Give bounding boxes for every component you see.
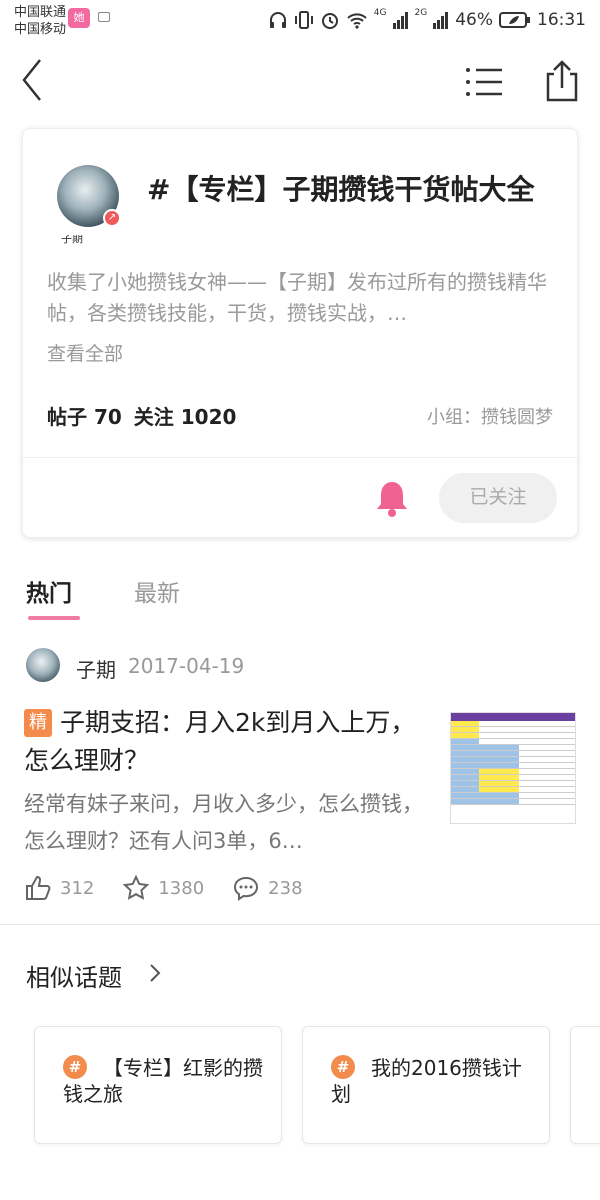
similar-topic-label: 我的2016攒钱计划 xyxy=(331,1056,522,1106)
thumbs-up-icon xyxy=(26,875,51,900)
share-icon xyxy=(546,60,578,102)
post-title[interactable]: 精子期支招：月入2k到月入上万，怎么理财？ xyxy=(24,704,424,780)
vibrate-icon xyxy=(294,11,313,29)
top-nav-bar xyxy=(0,44,600,120)
share-button[interactable] xyxy=(540,58,584,104)
wifi-icon xyxy=(347,13,367,29)
featured-badge: 精 xyxy=(24,709,52,737)
similar-topics-title[interactable]: 相似话题 xyxy=(26,958,122,993)
battery-icon xyxy=(499,12,530,28)
network-type-2: 2G xyxy=(414,8,428,18)
carrier-2: 中国移动 xyxy=(14,22,67,37)
alarm-icon xyxy=(321,13,338,29)
list-menu-button[interactable] xyxy=(462,62,506,102)
followed-button[interactable]: 已关注 xyxy=(439,473,557,523)
like-count: 312 xyxy=(60,877,95,899)
favorite-button[interactable]: 1380 xyxy=(122,874,204,902)
back-button[interactable] xyxy=(14,56,54,104)
post-thumbnail[interactable] xyxy=(450,712,576,824)
back-arrow-icon xyxy=(22,59,41,101)
topic-header-card: ↗ 子期 #【专栏】子期攒钱干货帖大全 收集了小她攒钱女神——【子期】发布过所有… xyxy=(22,128,578,538)
post-actions: 312 1380 238 xyxy=(24,872,331,904)
notification-bell-button[interactable] xyxy=(375,479,409,519)
similar-topic-label: 【专栏】红影的攒钱之旅 xyxy=(63,1056,263,1106)
verified-badge-icon: ↗ xyxy=(103,209,121,227)
carrier-info: 中国联通 中国移动 xyxy=(14,4,66,38)
topic-description: 收集了小她攒钱女神——【子期】发布过所有的攒钱精华帖，各类攒钱技能，干货，攒钱实… xyxy=(47,270,547,325)
star-icon xyxy=(123,874,150,900)
signal-icon-1 xyxy=(392,12,408,29)
battery-percent: 46% xyxy=(455,10,493,30)
comment-icon xyxy=(234,876,259,901)
divider xyxy=(23,457,577,458)
section-divider xyxy=(0,924,600,925)
signal-icon-2 xyxy=(433,12,449,29)
active-tab-indicator xyxy=(28,616,80,620)
comment-button[interactable]: 238 xyxy=(232,874,303,902)
carrier-1: 中国联通 xyxy=(14,5,67,20)
status-bar: 中国联通 中国移动 她 4G 2G 46% 16:31 xyxy=(0,0,600,44)
topic-title: #【专栏】子期攒钱干货帖大全 xyxy=(147,173,535,206)
feed-tabs: 热门 最新 xyxy=(0,560,600,626)
network-type-1: 4G xyxy=(373,8,387,18)
bell-icon xyxy=(377,482,407,517)
posts-count: 帖子 70 xyxy=(47,405,122,429)
view-all-link[interactable]: 查看全部 xyxy=(47,339,123,366)
group-link[interactable]: 小组：攒钱圆梦 xyxy=(427,403,553,429)
post-author-avatar[interactable] xyxy=(26,648,60,682)
app-notification-icon: 她 xyxy=(68,8,90,28)
status-icons: 4G 2G 46% 16:31 xyxy=(268,8,586,32)
headphones-icon xyxy=(269,12,286,28)
favorite-count: 1380 xyxy=(158,877,205,899)
follows-count: 关注 1020 xyxy=(133,405,237,429)
post-date: 2017-04-19 xyxy=(128,654,245,678)
tab-latest[interactable]: 最新 xyxy=(134,574,180,608)
post-excerpt: 经常有妹子来问，月收入多少，怎么攒钱，怎么理财？还有人问3单，6… xyxy=(24,792,423,853)
post-author[interactable]: 子期 xyxy=(76,654,116,683)
topic-stats: 帖子 70 关注 1020 xyxy=(47,401,248,430)
similar-topic-card-partial[interactable] xyxy=(570,1026,600,1144)
post-title-text: 子期支招：月入2k到月入上万，怎么理财？ xyxy=(24,708,416,775)
screenshot-notification-icon xyxy=(98,12,110,22)
post-item[interactable]: 子期 2017-04-19 精子期支招：月入2k到月入上万，怎么理财？ 经常有妹… xyxy=(0,640,600,924)
list-icon xyxy=(466,68,502,96)
chevron-right-icon[interactable] xyxy=(148,962,162,984)
tab-hot[interactable]: 热门 xyxy=(26,574,72,608)
clock: 16:31 xyxy=(537,10,586,30)
like-button[interactable]: 312 xyxy=(24,874,94,902)
similar-topic-card[interactable]: # 【专栏】红影的攒钱之旅 xyxy=(34,1026,282,1144)
similar-topic-card[interactable]: # 我的2016攒钱计划 xyxy=(302,1026,550,1144)
avatar-name: 子期 xyxy=(61,235,83,245)
comment-count: 238 xyxy=(268,877,303,899)
